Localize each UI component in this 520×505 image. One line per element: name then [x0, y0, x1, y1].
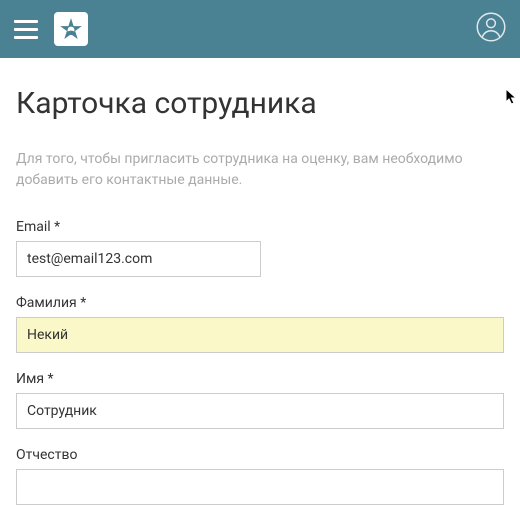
field-middlename: Отчество: [16, 447, 504, 505]
field-firstname: Имя *: [16, 371, 504, 429]
email-input[interactable]: [16, 241, 261, 277]
email-label: Email *: [16, 219, 504, 235]
header-left: [14, 12, 88, 46]
profile-icon[interactable]: [476, 12, 506, 46]
app-header: [0, 0, 520, 58]
lastname-label: Фамилия *: [16, 295, 504, 311]
star-icon: [58, 16, 84, 42]
main-content: Карточка сотрудника Для того, чтобы приг…: [0, 58, 520, 505]
app-logo[interactable]: [54, 12, 88, 46]
field-email: Email *: [16, 219, 504, 277]
firstname-input[interactable]: [16, 393, 504, 429]
field-lastname: Фамилия *: [16, 295, 504, 353]
page-title: Карточка сотрудника: [16, 86, 504, 121]
page-description: Для того, чтобы пригласить сотрудника на…: [16, 149, 504, 191]
middlename-input[interactable]: [16, 469, 504, 505]
middlename-label: Отчество: [16, 447, 504, 463]
lastname-input[interactable]: [16, 317, 504, 353]
firstname-label: Имя *: [16, 371, 504, 387]
menu-icon[interactable]: [14, 20, 38, 39]
